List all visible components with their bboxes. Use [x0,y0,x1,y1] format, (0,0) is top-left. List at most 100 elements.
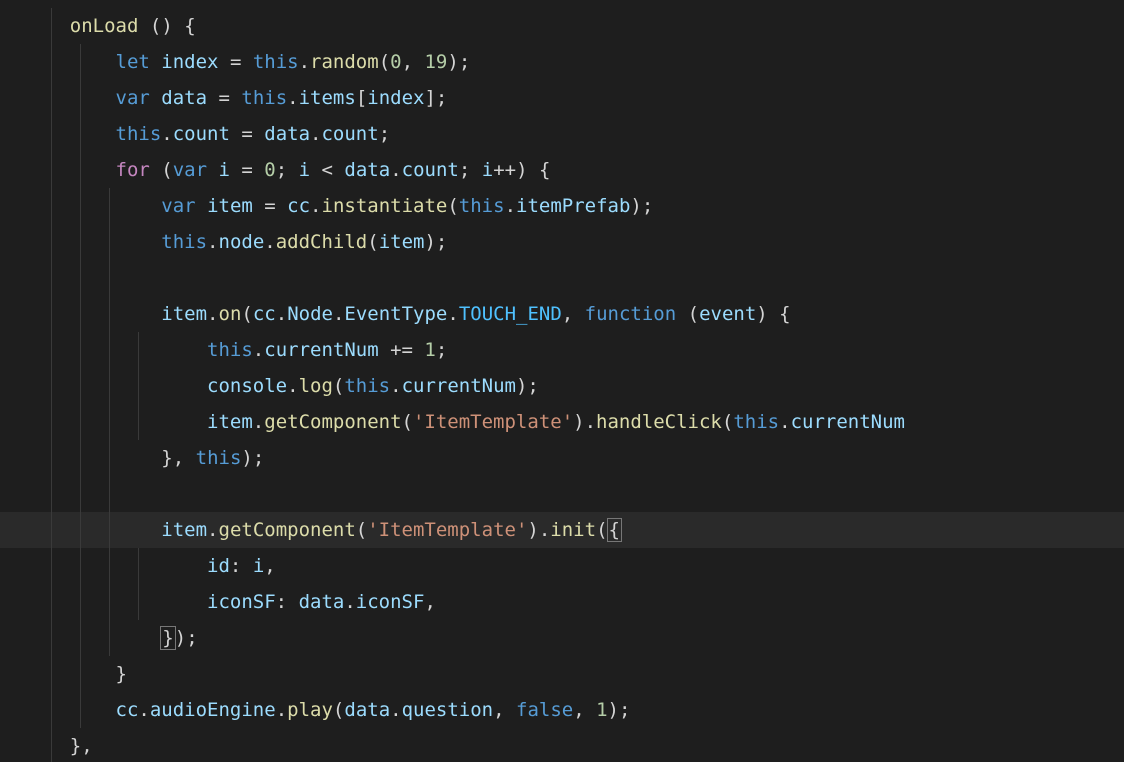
code-token: i [253,555,264,577]
code-token: . [505,195,516,217]
code-line[interactable]: item.on(cc.Node.EventType.TOUCH_END, fun… [0,296,1124,332]
code-line[interactable]: this.count = data.count; [0,116,1124,152]
code-token: data [344,699,390,721]
code-token: var [161,195,195,217]
code-token: . [390,699,401,721]
code-line[interactable]: cc.audioEngine.play(data.question, false… [0,692,1124,728]
code-token: i [299,159,310,181]
code-token: . [390,375,401,397]
code-line[interactable]: console.log(this.currentNum); [0,368,1124,404]
code-token: this [207,339,253,361]
code-token: ) [573,411,584,433]
code-line[interactable]: item.getComponent('ItemTemplate').init({ [0,512,1124,548]
code-token: count [321,123,378,145]
code-line[interactable]: item.getComponent('ItemTemplate').handle… [0,404,1124,440]
code-token: ; [459,51,470,73]
code-line[interactable]: }, this); [0,440,1124,476]
code-token: += [379,339,425,361]
code-token: data [299,591,345,613]
code-token: = [230,123,264,145]
code-token: . [310,195,321,217]
code-line[interactable] [0,260,1124,296]
code-line[interactable]: } [0,656,1124,692]
code-token: event [699,303,756,325]
code-token: Node [287,303,333,325]
code-token: ; [186,627,197,649]
code-token: ( [150,159,173,181]
code-token: ( [676,303,699,325]
code-line[interactable]: this.currentNum += 1; [0,332,1124,368]
code-line[interactable]: this.node.addChild(item); [0,224,1124,260]
code-token: TOUCH_END [459,303,562,325]
code-token: ) [241,447,252,469]
line-content: id: i, [24,555,276,577]
code-token: . [276,699,287,721]
line-content: var item = cc.instantiate(this.itemPrefa… [24,195,653,217]
code-editor[interactable]: onLoad () { let index = this.random(0, 1… [0,0,1124,762]
code-token: . [779,411,790,433]
code-token [150,87,161,109]
code-token: audioEngine [150,699,276,721]
code-token: ( [596,519,607,541]
code-line[interactable]: iconSF: data.iconSF, [0,584,1124,620]
code-token: . [287,87,298,109]
code-line[interactable]: for (var i = 0; i < data.count; i++) { [0,152,1124,188]
code-token: random [310,51,379,73]
code-token [138,15,149,37]
line-content: iconSF: data.iconSF, [24,591,436,613]
code-line[interactable]: }, [0,728,1124,762]
code-token: getComponent [264,411,401,433]
code-token: . [207,303,218,325]
code-line[interactable]: }); [0,620,1124,656]
code-token: this [344,375,390,397]
code-token: this [733,411,779,433]
code-line[interactable] [0,476,1124,512]
code-token: this [161,231,207,253]
code-token: . [161,123,172,145]
code-token: , [402,51,425,73]
code-token: instantiate [322,195,448,217]
code-token: , [562,303,585,325]
code-token: false [516,699,573,721]
code-line[interactable]: id: i, [0,548,1124,584]
code-token: ) [608,699,619,721]
code-token: item [379,231,425,253]
code-token: = [253,195,287,217]
code-token: ; [619,699,630,721]
code-token [528,159,539,181]
code-token: currentNum [264,339,378,361]
code-token: handleClick [596,411,722,433]
code-line[interactable]: var data = this.items[index]; [0,80,1124,116]
code-token: ; [436,339,447,361]
code-token: [ [356,87,367,109]
code-token: ( [333,699,344,721]
code-token: console [207,375,287,397]
code-token: addChild [276,231,368,253]
code-token: data [264,123,310,145]
code-token: , [424,591,435,613]
line-content: cc.audioEngine.play(data.question, false… [24,699,630,721]
code-token: for [116,159,150,181]
code-token: var [116,87,150,109]
code-line[interactable]: var item = cc.instantiate(this.itemPrefa… [0,188,1124,224]
code-token: var [173,159,207,181]
code-token: i [219,159,230,181]
code-line[interactable]: let index = this.random(0, 19); [0,44,1124,80]
line-content: this.currentNum += 1; [24,339,447,361]
code-token: item [161,519,207,541]
code-token: index [161,51,218,73]
code-token: , [573,699,596,721]
code-token: node [219,231,265,253]
code-token [768,303,779,325]
code-token: , [264,555,275,577]
code-token: this [253,51,299,73]
code-token: ; [436,231,447,253]
code-line[interactable]: onLoad () { [0,8,1124,44]
code-token: ( [722,411,733,433]
code-token: . [333,303,344,325]
code-token: play [287,699,333,721]
code-token: index [367,87,424,109]
code-token [207,159,218,181]
code-token: currentNum [402,375,516,397]
code-token: ( [367,231,378,253]
